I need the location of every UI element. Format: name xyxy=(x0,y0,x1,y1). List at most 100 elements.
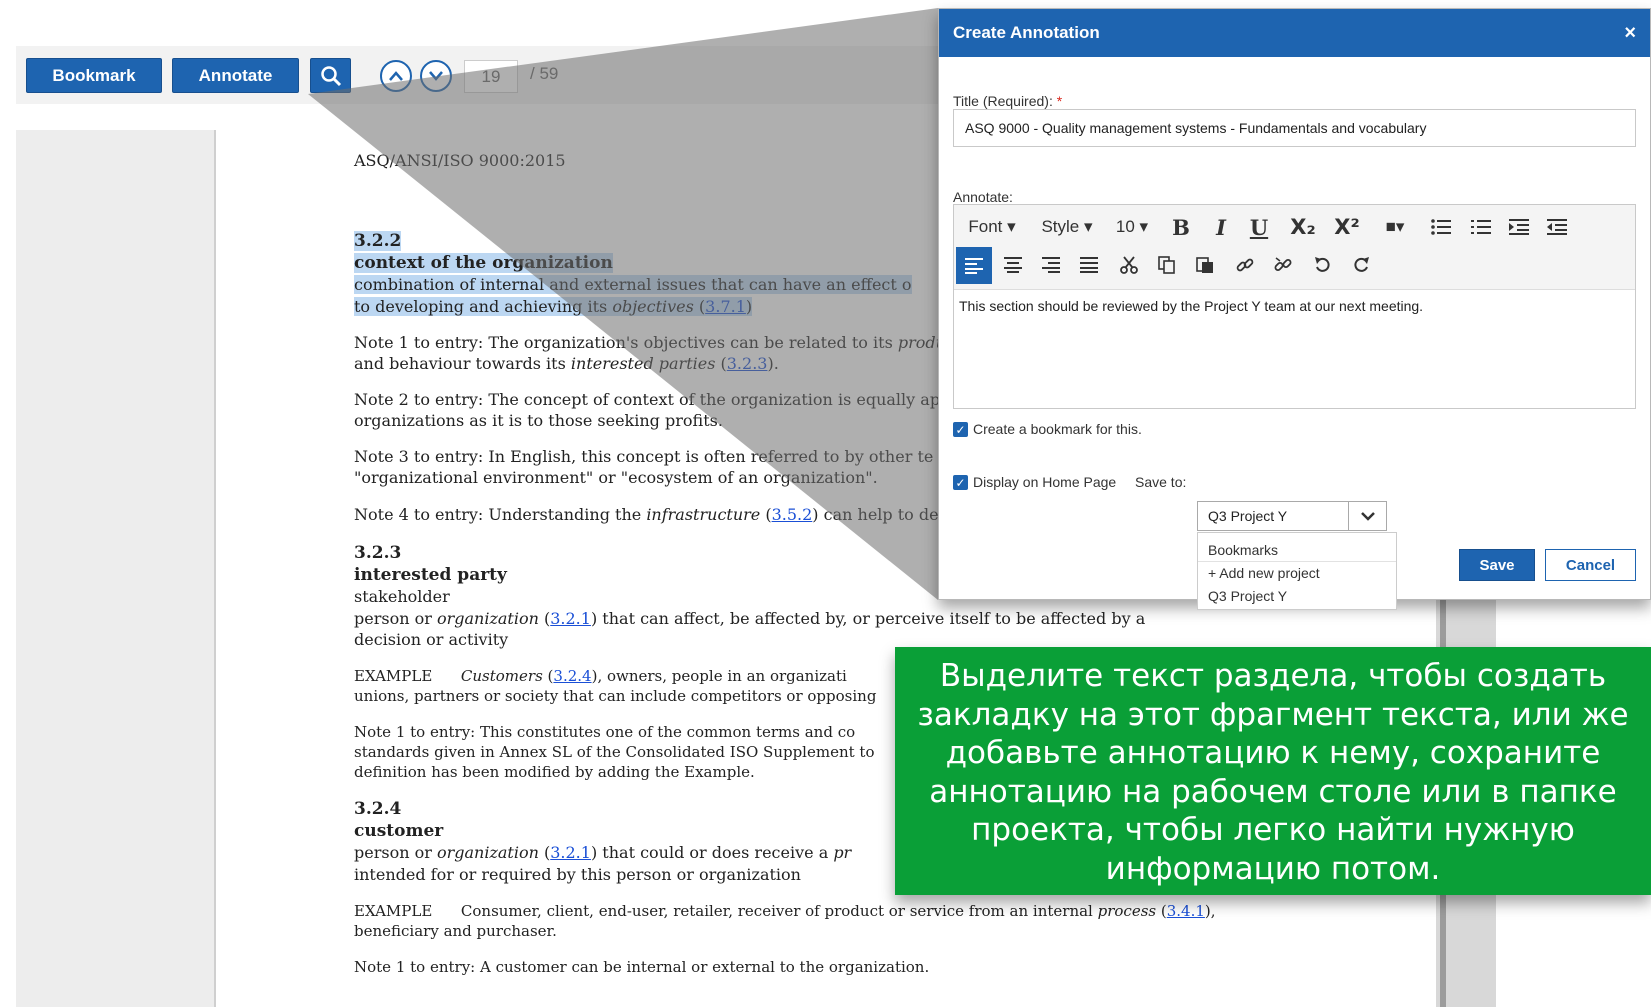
undo-button[interactable] xyxy=(1306,247,1340,283)
undo-icon xyxy=(1315,257,1330,272)
example-label: EXAMPLE xyxy=(354,667,433,685)
subscript-button[interactable]: X₂ xyxy=(1284,209,1322,245)
note-text: Note 1 to entry: The organization's obje… xyxy=(354,333,898,352)
previous-page-button[interactable] xyxy=(380,60,412,92)
align-center-icon xyxy=(1004,257,1022,273)
redo-button[interactable] xyxy=(1344,247,1378,283)
annotate-button[interactable]: Annotate xyxy=(172,58,299,93)
option-q3-project-y[interactable]: Q3 Project Y xyxy=(1198,585,1396,608)
note-text: Note 1 to entry: A customer can be inter… xyxy=(354,958,930,976)
definition-text: intended for or required by this person … xyxy=(354,865,801,884)
paste-icon xyxy=(1196,257,1213,273)
definition-text: decision or activity xyxy=(354,630,509,649)
note-text: Note 3 to entry: In English, this concep… xyxy=(354,447,934,466)
annotate-label: Annotate: xyxy=(953,189,1013,205)
document-header: ASQ/ANSI/ISO 9000:2015 xyxy=(354,151,566,170)
align-right-icon xyxy=(1042,257,1060,273)
cancel-button[interactable]: Cancel xyxy=(1545,549,1636,581)
rich-text-editor: Font ▾ Style ▾ 10 ▾ B I U X₂ X² ■▾ This … xyxy=(953,204,1636,409)
example-text: , owners, people in an organizati xyxy=(597,667,847,685)
search-button[interactable] xyxy=(310,58,351,93)
save-to-select[interactable]: Q3 Project Y xyxy=(1197,501,1387,531)
note-term: infrastructure xyxy=(646,505,761,524)
bulleted-list-icon xyxy=(1431,219,1451,235)
reference-link[interactable]: 3.7.1 xyxy=(705,297,746,316)
justify-button[interactable] xyxy=(1072,247,1106,283)
link-icon xyxy=(1236,258,1254,272)
bookmark-checkbox[interactable]: ✓ xyxy=(953,422,968,437)
copy-button[interactable] xyxy=(1150,247,1184,283)
text-color-button[interactable]: ■▾ xyxy=(1374,209,1416,245)
note-text: definition has been modified by adding t… xyxy=(354,763,755,781)
superscript-button[interactable]: X² xyxy=(1328,209,1366,245)
definition-text: that could or does receive a xyxy=(597,843,834,862)
save-to-options: Bookmarks + Add new project Q3 Project Y xyxy=(1197,532,1397,610)
dialog-title: Create Annotation xyxy=(953,23,1100,42)
save-button[interactable]: Save xyxy=(1459,549,1535,581)
example-label: EXAMPLE xyxy=(354,902,433,920)
indent-button[interactable] xyxy=(1502,209,1536,245)
example-term: process xyxy=(1097,902,1157,920)
style-dropdown[interactable]: Style ▾ xyxy=(1036,209,1098,245)
close-icon[interactable]: × xyxy=(1624,22,1636,45)
reference-link[interactable]: 3.2.3 xyxy=(727,354,768,373)
section-term: interested party xyxy=(354,565,507,585)
underline-button[interactable]: U xyxy=(1244,209,1274,245)
reference-link[interactable]: 3.2.4 xyxy=(553,667,591,685)
note-text: Note 1 to entry: This constitutes one of… xyxy=(354,723,856,741)
option-add-new-project[interactable]: + Add new project xyxy=(1198,562,1396,585)
reference-link[interactable]: 3.2.1 xyxy=(550,609,591,628)
align-left-button[interactable] xyxy=(956,247,992,284)
next-page-button[interactable] xyxy=(420,60,452,92)
definition-term: pr xyxy=(833,843,852,862)
section-term[interactable]: context of the organization xyxy=(354,253,613,273)
numbered-list-icon xyxy=(1471,220,1491,234)
remove-link-button[interactable] xyxy=(1266,247,1300,283)
chevron-down-icon xyxy=(429,71,443,81)
cut-button[interactable] xyxy=(1112,247,1146,283)
reference-link[interactable]: 3.5.2 xyxy=(772,505,813,524)
info-text: Выделите текст раздела, чтобы создать за… xyxy=(917,658,1629,887)
reference-link[interactable]: 3.4.1 xyxy=(1167,902,1205,920)
outdent-button[interactable] xyxy=(1540,209,1574,245)
bulleted-list-button[interactable] xyxy=(1424,209,1458,245)
definition-term[interactable]: objectives xyxy=(612,297,694,316)
definition-text: person or xyxy=(354,843,437,862)
section-term: customer xyxy=(354,821,444,841)
chevron-down-icon[interactable] xyxy=(1348,502,1386,530)
redo-icon xyxy=(1354,257,1369,272)
definition-text[interactable]: to developing and achieving its xyxy=(354,297,612,316)
save-to-label: Save to: xyxy=(1135,474,1187,490)
example-text: unions, partners or society that can inc… xyxy=(354,687,877,705)
align-right-button[interactable] xyxy=(1034,247,1068,283)
numbered-list-button[interactable] xyxy=(1464,209,1498,245)
title-input[interactable]: ASQ 9000 - Quality management systems - … xyxy=(953,109,1636,147)
home-page-checkbox[interactable]: ✓ xyxy=(953,475,968,490)
example-term: Customers xyxy=(460,667,543,685)
paste-button[interactable] xyxy=(1188,247,1222,283)
font-dropdown[interactable]: Font ▾ xyxy=(962,209,1022,245)
bold-button[interactable]: B xyxy=(1166,209,1196,245)
indent-icon xyxy=(1509,219,1529,235)
page-number-input[interactable]: 19 xyxy=(464,60,518,93)
note-text: organizations as it is to those seeking … xyxy=(354,411,723,430)
reference-link[interactable]: 3.2.1 xyxy=(550,843,591,862)
font-size-dropdown[interactable]: 10 ▾ xyxy=(1110,209,1154,245)
definition-text: that can affect, be affected by, or perc… xyxy=(597,609,1146,628)
option-bookmarks[interactable]: Bookmarks xyxy=(1198,539,1396,562)
create-annotation-dialog: Create Annotation × Title (Required): * … xyxy=(938,8,1651,610)
section-definition[interactable]: combination of internal and external iss… xyxy=(354,275,912,294)
bookmark-checkbox-label: Create a bookmark for this. xyxy=(973,421,1142,437)
note-term: interested parties xyxy=(570,354,716,373)
align-center-button[interactable] xyxy=(996,247,1030,283)
unlink-icon xyxy=(1274,257,1292,271)
annotation-text-area[interactable]: This section should be reviewed by the P… xyxy=(954,290,1635,322)
section-number[interactable]: 3.2.2 xyxy=(354,231,402,251)
example-text: beneficiary and purchaser. xyxy=(354,922,557,940)
italic-button[interactable]: I xyxy=(1206,209,1236,245)
insert-link-button[interactable] xyxy=(1228,247,1262,283)
bookmark-button[interactable]: Bookmark xyxy=(26,58,162,93)
info-callout-box: Выделите текст раздела, чтобы создать за… xyxy=(895,647,1651,895)
outdent-icon xyxy=(1547,219,1567,235)
home-page-checkbox-label: Display on Home Page xyxy=(973,474,1117,490)
